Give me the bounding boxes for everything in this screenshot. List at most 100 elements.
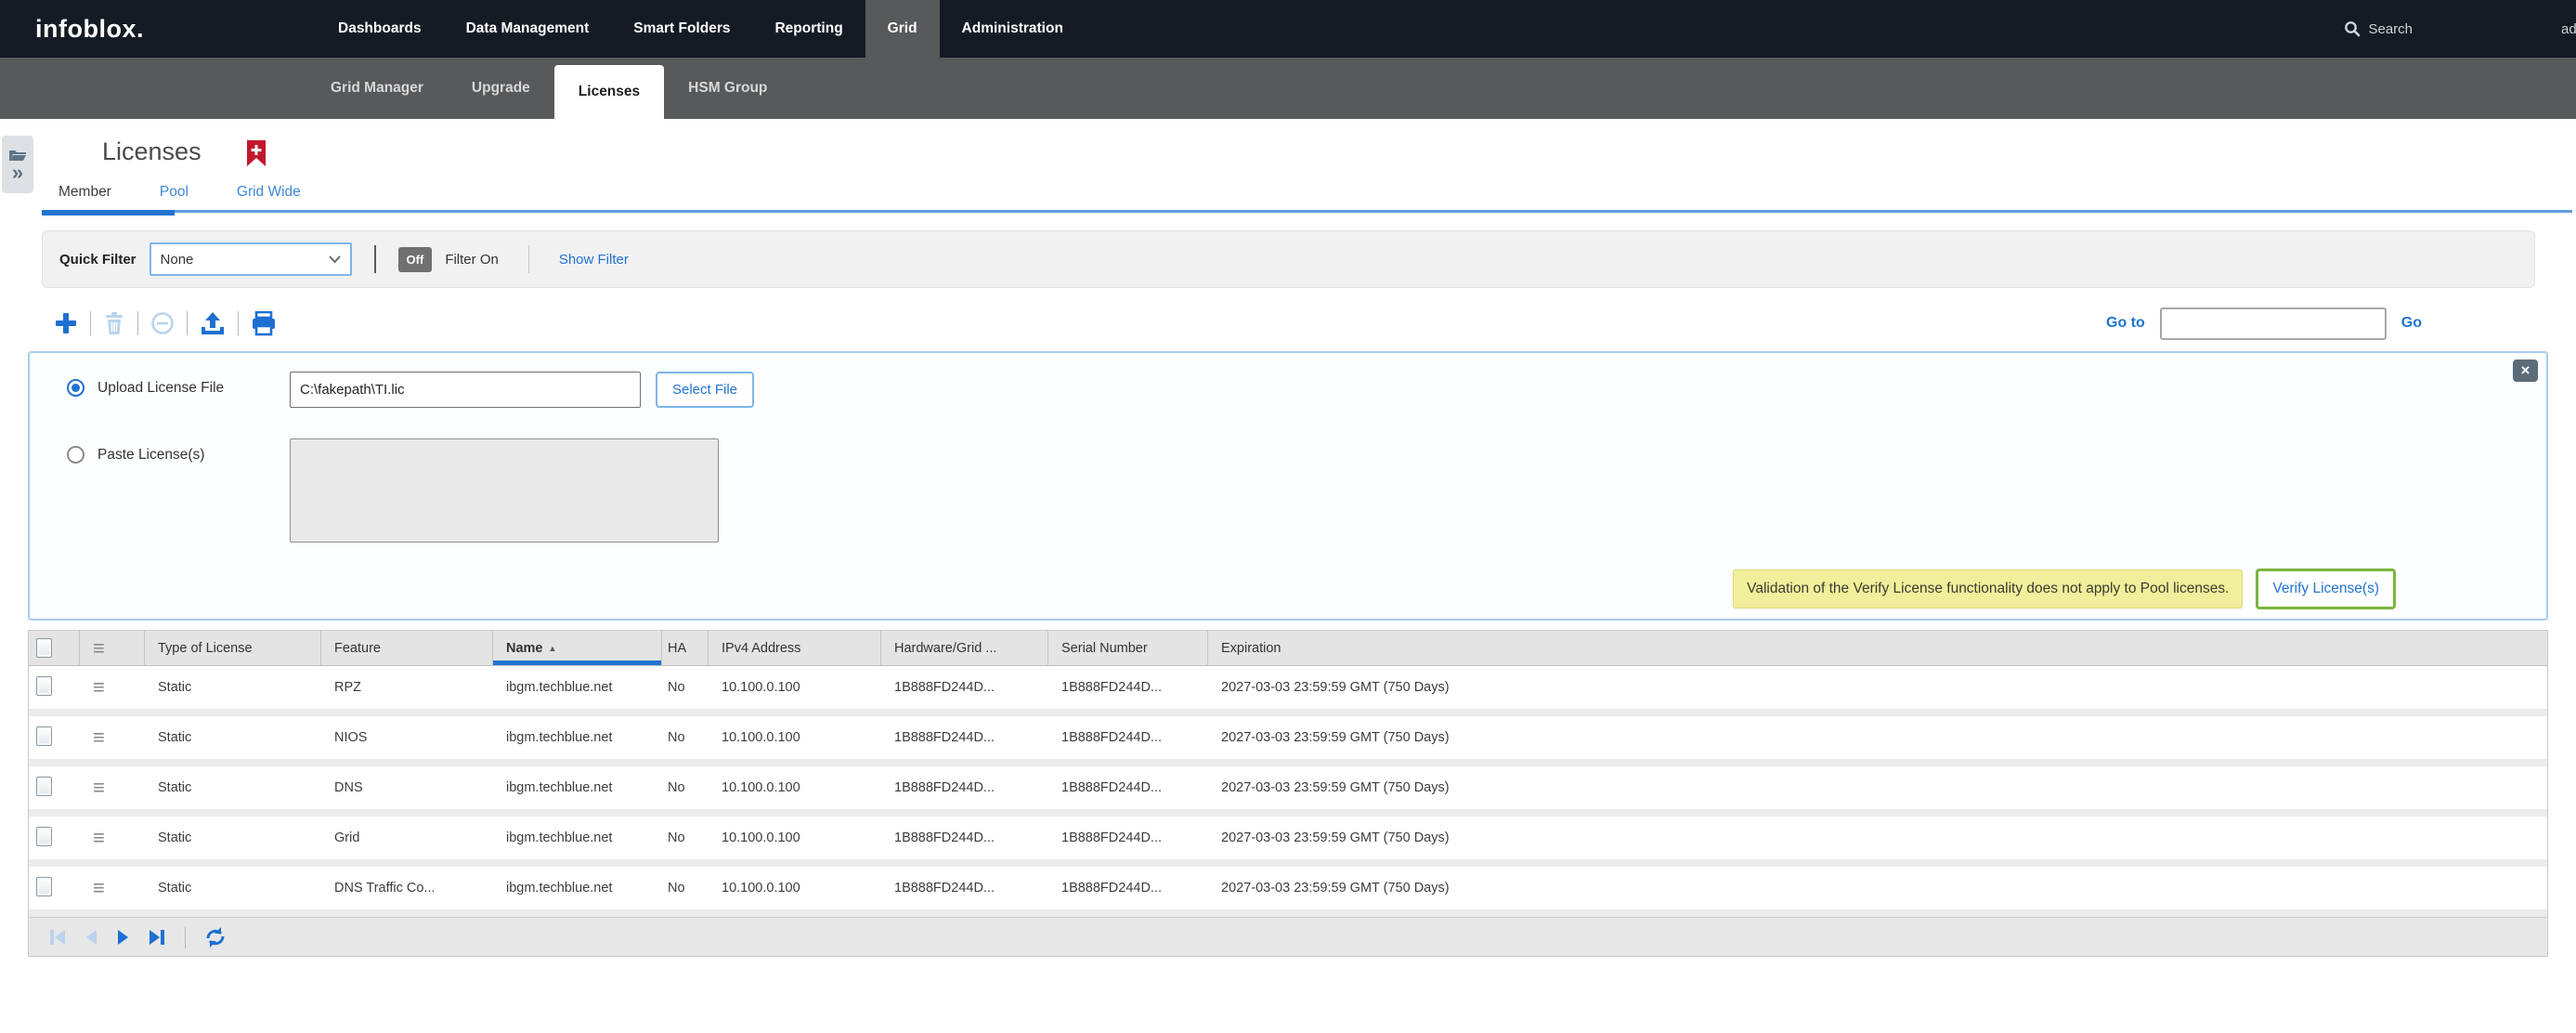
paste-license-radio[interactable] (67, 446, 85, 464)
cell-feature: DNS Traffic Co... (321, 881, 493, 896)
last-page-icon[interactable] (147, 927, 167, 948)
header-hardware-grid[interactable]: Hardware/Grid ... (881, 631, 1048, 665)
global-search[interactable]: Search (2344, 0, 2413, 58)
table-row[interactable]: ≡StaticGridibgm.techblue.netNo10.100.0.1… (29, 817, 2547, 867)
divider (187, 311, 188, 335)
active-tab-indicator (42, 210, 175, 216)
filter-on-toggle[interactable]: Off (398, 247, 433, 272)
tab-member[interactable]: Member (59, 184, 111, 210)
topnav-item-data-management[interactable]: Data Management (444, 0, 612, 58)
row-checkbox-cell (29, 676, 80, 700)
print-icon[interactable] (251, 311, 277, 336)
cell-hardware: 1B888FD244D... (881, 730, 1048, 745)
exclude-circle-minus-icon (150, 311, 175, 335)
verify-note: Validation of the Verify License functio… (1733, 569, 2243, 608)
divider (528, 245, 529, 273)
subnav-item-hsm-group[interactable]: HSM Group (664, 58, 791, 119)
upload-icon[interactable] (200, 311, 226, 336)
row-checkbox[interactable] (36, 877, 52, 896)
divider (137, 311, 138, 335)
chevron-down-icon (329, 255, 341, 264)
header-type-of-license[interactable]: Type of License (145, 631, 321, 665)
subnav-item-grid-manager[interactable]: Grid Manager (306, 58, 448, 119)
topnav-item-administration[interactable]: Administration (940, 0, 1086, 58)
cell-name: ibgm.techblue.net (493, 881, 662, 896)
row-checkbox[interactable] (36, 676, 52, 696)
header-ipv4-address[interactable]: IPv4 Address (709, 631, 881, 665)
cell-serial: 1B888FD244D... (1048, 780, 1208, 795)
cell-name: ibgm.techblue.net (493, 680, 662, 695)
topnav-item-dashboards[interactable]: Dashboards (316, 0, 444, 58)
tabs-underline-track (42, 210, 2572, 213)
goto-group: Go to Go (2106, 307, 2422, 340)
show-filter-link[interactable]: Show Filter (559, 252, 629, 268)
tab-pool[interactable]: Pool (160, 184, 189, 210)
header-feature[interactable]: Feature (321, 631, 493, 665)
row-checkbox[interactable] (36, 827, 52, 846)
topnav-item-reporting[interactable]: Reporting (752, 0, 865, 58)
expand-chevrons-icon[interactable]: » (12, 163, 23, 182)
row-menu-icon[interactable]: ≡ (93, 878, 105, 898)
cell-expiration: 2027-03-03 23:59:59 GMT (750 Days) (1208, 680, 2547, 695)
license-file-path-input[interactable] (290, 372, 641, 408)
verify-licenses-button[interactable]: Verify License(s) (2256, 569, 2396, 609)
row-menu-icon[interactable]: ≡ (93, 828, 105, 848)
header-name[interactable]: Name ▲ (493, 631, 662, 665)
table-row[interactable]: ≡StaticDNS Traffic Co...ibgm.techblue.ne… (29, 867, 2547, 917)
finder-folder-icon[interactable] (8, 148, 27, 162)
select-file-button[interactable]: Select File (656, 372, 754, 408)
close-icon[interactable]: × (2513, 360, 2538, 382)
cell-hardware: 1B888FD244D... (881, 780, 1048, 795)
cell-ha: No (662, 780, 709, 795)
cell-type: Static (145, 830, 321, 845)
cell-hardware: 1B888FD244D... (881, 830, 1048, 845)
row-checkbox[interactable] (36, 726, 52, 746)
cell-serial: 1B888FD244D... (1048, 830, 1208, 845)
bookmark-add-icon[interactable] (246, 139, 267, 167)
sidebar-toggle-panel: » (2, 136, 33, 193)
select-all-checkbox[interactable] (36, 638, 52, 658)
goto-input[interactable] (2160, 307, 2387, 340)
next-page-icon[interactable] (114, 927, 133, 948)
refresh-icon[interactable] (203, 925, 228, 949)
header-expiration[interactable]: Expiration (1208, 631, 2547, 665)
license-table: ≡ Type of License Feature Name ▲ HA IPv4… (28, 630, 2548, 957)
add-icon[interactable] (54, 311, 78, 335)
paste-license-textarea[interactable] (290, 438, 719, 543)
table-row[interactable]: ≡StaticDNSibgm.techblue.netNo10.100.0.10… (29, 766, 2547, 817)
table-row[interactable]: ≡StaticRPZibgm.techblue.netNo10.100.0.10… (29, 666, 2547, 716)
row-menu-icon[interactable]: ≡ (93, 677, 105, 698)
column-menu-icon[interactable]: ≡ (93, 638, 105, 659)
grid-sub-navigation: Grid Manager Upgrade Licenses HSM Group (0, 58, 2576, 119)
upload-file-label: Upload License File (98, 380, 224, 397)
table-pagination-bar (29, 917, 2547, 956)
row-menu-icon[interactable]: ≡ (93, 727, 105, 748)
delete-trash-icon (103, 311, 125, 335)
go-button[interactable]: Go (2401, 315, 2422, 332)
cell-ha: No (662, 680, 709, 695)
header-ha[interactable]: HA (662, 631, 709, 665)
header-menu[interactable]: ≡ (80, 631, 145, 665)
quick-filter-dropdown[interactable]: None (150, 242, 352, 276)
goto-label: Go to (2106, 315, 2145, 332)
table-toolbar: Go to Go (54, 303, 2422, 344)
row-checkbox[interactable] (36, 777, 52, 796)
cell-feature: RPZ (321, 680, 493, 695)
top-navigation: Dashboards Data Management Smart Folders… (316, 0, 1086, 58)
tabs-underline (42, 210, 2572, 216)
quick-filter-bar: Quick Filter None Off Filter On Show Fil… (42, 230, 2535, 288)
cell-ipv4: 10.100.0.100 (709, 881, 881, 896)
topnav-item-grid[interactable]: Grid (865, 0, 940, 58)
page-header: Licenses (102, 137, 2576, 178)
tab-grid-wide[interactable]: Grid Wide (237, 184, 301, 210)
subnav-item-licenses[interactable]: Licenses (554, 65, 664, 119)
row-menu-icon[interactable]: ≡ (93, 778, 105, 798)
cell-ipv4: 10.100.0.100 (709, 730, 881, 745)
header-select-all[interactable] (29, 631, 80, 665)
topnav-item-smart-folders[interactable]: Smart Folders (611, 0, 752, 58)
header-serial-number[interactable]: Serial Number (1048, 631, 1208, 665)
subnav-item-upgrade[interactable]: Upgrade (448, 58, 554, 119)
topnav-right-clipped-text[interactable]: ad (2561, 0, 2576, 58)
upload-file-radio[interactable] (67, 379, 85, 397)
table-row[interactable]: ≡StaticNIOSibgm.techblue.netNo10.100.0.1… (29, 716, 2547, 766)
